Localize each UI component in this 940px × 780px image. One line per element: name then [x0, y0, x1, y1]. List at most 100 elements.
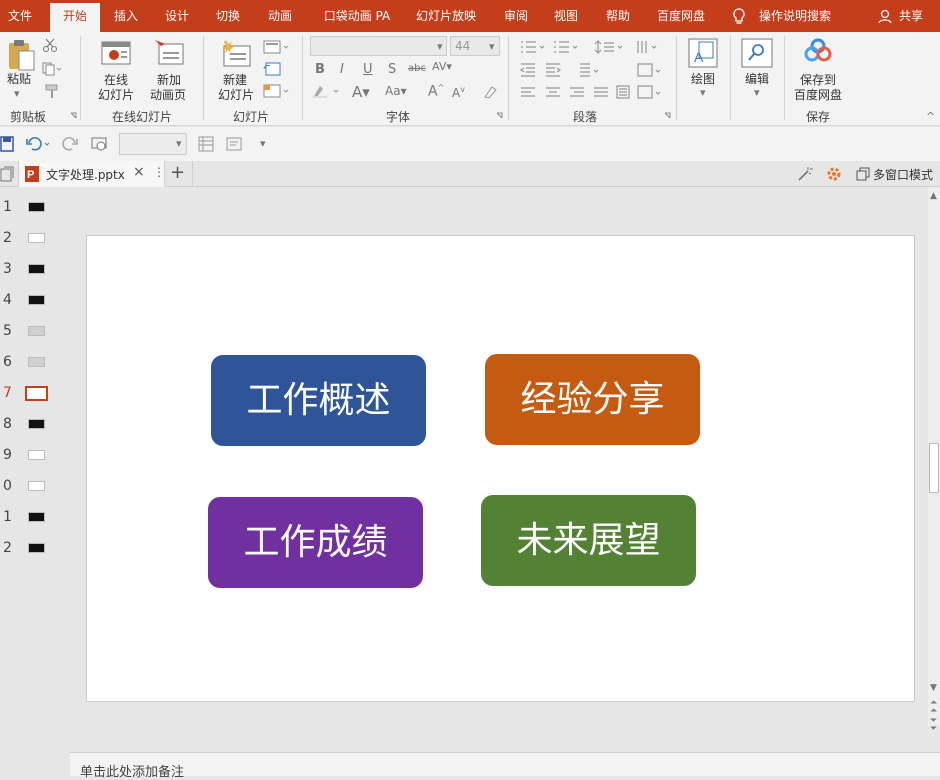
document-tab[interactable]: P 文字处理.pptx × ⋮ — [18, 161, 165, 187]
slide-thumbnail[interactable] — [28, 264, 45, 274]
font-color-icon[interactable]: A▾ — [352, 83, 370, 101]
tab-review[interactable]: 审阅 — [494, 0, 538, 32]
copy-icon[interactable] — [42, 62, 62, 76]
new-tab-icon[interactable]: + — [170, 162, 185, 183]
close-tab-icon[interactable]: × — [133, 164, 145, 180]
paste-dropdown-icon[interactable]: ▾ — [14, 87, 20, 100]
scrollbar-thumb[interactable] — [929, 443, 939, 493]
save-icon[interactable] — [0, 136, 14, 152]
save-to-baidu-label-1[interactable]: 保存到 — [788, 73, 848, 87]
new-animation-page-icon[interactable] — [153, 38, 185, 68]
paste-button[interactable]: 粘贴 — [4, 72, 34, 86]
char-spacing-icon[interactable]: AV▾ — [432, 60, 452, 73]
tab-transitions[interactable]: 切换 — [206, 0, 250, 32]
notes-placeholder[interactable]: 单击此处添加备注 — [80, 761, 184, 780]
paragraph-controls-icon[interactable] — [518, 38, 668, 102]
scroll-up-arrow-icon[interactable]: ▲ — [930, 191, 937, 201]
save-to-baidu-label-2[interactable]: 百度网盘 — [788, 88, 848, 102]
cut-icon[interactable] — [42, 38, 58, 52]
slide-thumbnail[interactable] — [28, 450, 45, 460]
tell-me-search[interactable]: 操作说明搜索 — [752, 0, 838, 32]
new-slide-label-1[interactable]: 新建 — [212, 73, 258, 87]
redo-icon[interactable] — [62, 136, 78, 152]
slide-thumbnail[interactable] — [28, 202, 45, 212]
online-slides-icon[interactable] — [100, 40, 132, 68]
undo-icon[interactable] — [26, 136, 54, 152]
tab-animations[interactable]: 动画 — [258, 0, 302, 32]
drawing-dropdown-icon[interactable]: ▾ — [700, 86, 706, 99]
new-animation-label-2[interactable]: 动画页 — [140, 88, 196, 102]
settings-gear-icon[interactable] — [826, 166, 842, 182]
tab-pocket-animation[interactable]: 口袋动画 PA — [315, 0, 399, 32]
new-slide-label-2[interactable]: 幻灯片 — [208, 88, 264, 102]
dialog-launcher-icon[interactable] — [70, 112, 78, 120]
editing-find-icon[interactable] — [741, 38, 773, 68]
slide-thumbnail[interactable] — [28, 326, 45, 336]
file-list-icon[interactable] — [0, 166, 14, 182]
slide-thumbnail[interactable] — [28, 357, 45, 367]
decrease-font-icon[interactable]: Av — [452, 85, 465, 100]
tab-slideshow[interactable]: 幻灯片放映 — [408, 0, 484, 32]
vertical-scrollbar[interactable]: ▲ ▼ ⏶ ⏶ ⏷ ⏷ — [928, 187, 940, 734]
customize-qat-icon[interactable]: ▾ — [260, 137, 266, 150]
change-case-icon[interactable]: Aa▾ — [385, 84, 407, 98]
card-future-outlook[interactable]: 未来展望 — [481, 495, 696, 586]
tab-home[interactable]: 开始 — [50, 3, 100, 32]
increase-font-icon[interactable]: A^ — [428, 83, 444, 100]
baidu-cloud-icon[interactable] — [804, 38, 832, 64]
tab-insert[interactable]: 插入 — [104, 0, 148, 32]
slide-thumbnail[interactable] — [28, 419, 45, 429]
qat-dropdown-arrow-icon[interactable]: ▾ — [176, 137, 182, 150]
reset-icon[interactable] — [263, 62, 281, 76]
tab-baidu[interactable]: 百度网盘 — [648, 0, 714, 32]
magic-wand-icon[interactable] — [797, 166, 813, 182]
table-icon[interactable] — [198, 136, 214, 152]
slide-thumbnail[interactable] — [28, 481, 45, 491]
card-work-overview[interactable]: 工作概述 — [211, 355, 426, 446]
scroll-down-arrow-icon[interactable]: ▼ — [930, 683, 937, 693]
new-slide-icon[interactable] — [220, 38, 252, 68]
clear-formatting-icon[interactable] — [482, 84, 498, 100]
share-button[interactable]: 共享 — [894, 0, 928, 32]
online-slides-label-1[interactable]: 在线 — [92, 73, 140, 87]
slide-canvas[interactable]: 工作概述 经验分享 工作成绩 未来展望 — [86, 235, 915, 702]
next-slide-icon[interactable]: ⏷ ⏷ — [930, 717, 937, 734]
card-experience-sharing[interactable]: 经验分享 — [485, 354, 700, 445]
new-animation-label-1[interactable]: 新加 — [146, 73, 192, 87]
drawing-button[interactable]: 绘图 — [684, 72, 722, 86]
underline-icon[interactable]: U — [363, 62, 373, 77]
tab-view[interactable]: 视图 — [544, 0, 588, 32]
editing-dropdown-icon[interactable]: ▾ — [754, 86, 760, 99]
online-slides-label-2[interactable]: 幻灯片 — [90, 88, 142, 102]
drawing-shapes-icon[interactable]: A — [688, 38, 718, 68]
slide-thumbnail[interactable] — [28, 512, 45, 522]
tab-file[interactable]: 文件 — [0, 0, 40, 32]
tab-help[interactable]: 帮助 — [596, 0, 640, 32]
start-slideshow-icon[interactable] — [91, 136, 109, 152]
italic-icon[interactable]: I — [340, 62, 344, 77]
slide-thumbnail[interactable] — [28, 295, 45, 305]
text-highlight-icon[interactable] — [312, 84, 342, 98]
format-painter-icon[interactable] — [44, 84, 60, 100]
dialog-launcher-icon[interactable] — [664, 112, 672, 120]
tab-design[interactable]: 设计 — [155, 0, 199, 32]
shadow-icon[interactable]: S — [388, 62, 396, 77]
editing-button[interactable]: 编辑 — [738, 72, 776, 86]
paste-icon[interactable] — [6, 38, 36, 72]
bold-icon[interactable]: B — [315, 62, 325, 77]
slide-thumbnail[interactable] — [28, 543, 45, 553]
previous-slide-icon[interactable]: ⏶ ⏶ — [930, 699, 937, 716]
strikethrough-icon[interactable]: abc — [408, 63, 426, 74]
section-icon[interactable] — [263, 84, 291, 98]
multi-window-mode-button[interactable]: 多窗口模式 — [873, 166, 933, 183]
textbox-icon[interactable] — [226, 136, 242, 152]
tab-menu-icon[interactable]: ⋮ — [153, 165, 165, 179]
dialog-launcher-icon[interactable] — [496, 112, 504, 120]
font-family-select[interactable] — [310, 36, 447, 56]
card-work-results[interactable]: 工作成绩 — [208, 497, 423, 588]
slide-thumbnail[interactable] — [28, 233, 45, 243]
font-family-dropdown-icon[interactable]: ▾ — [437, 40, 443, 53]
notes-pane[interactable]: 单击此处添加备注 — [70, 752, 940, 780]
font-size-dropdown-icon[interactable]: ▾ — [489, 40, 495, 53]
collapse-ribbon-icon[interactable]: ^ — [926, 110, 935, 123]
